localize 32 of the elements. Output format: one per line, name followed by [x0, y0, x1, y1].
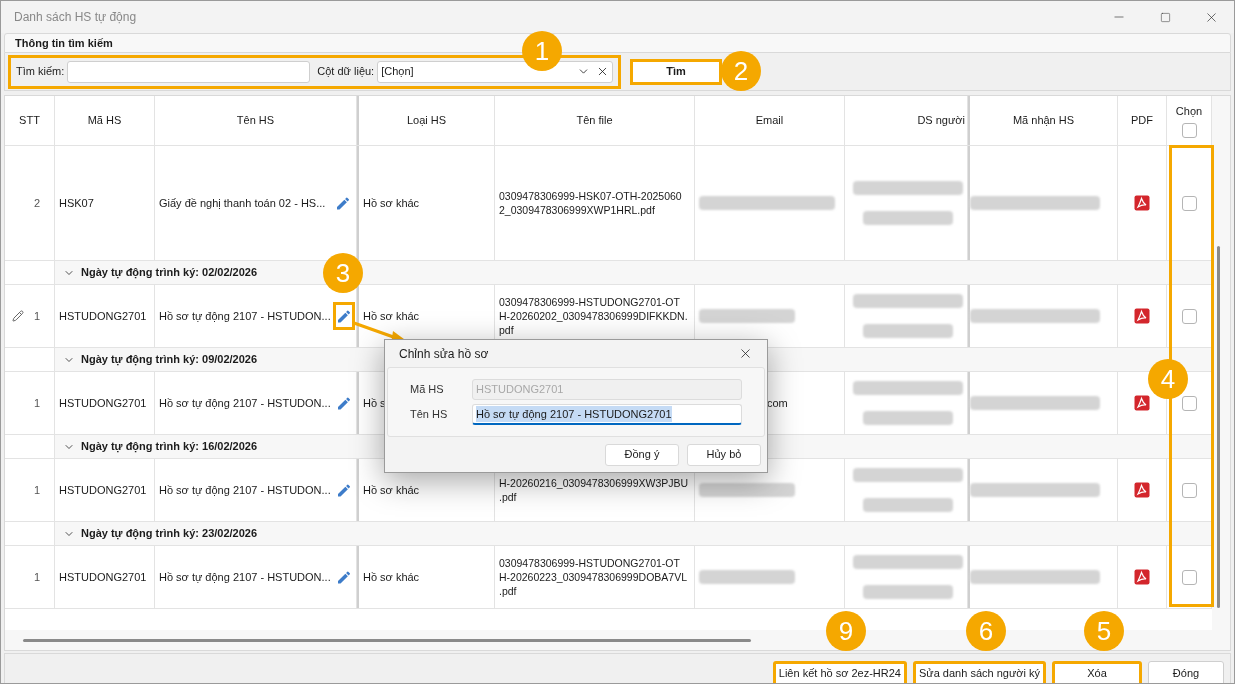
table-cell-text: Hồ sơ tự động 2107 - HSTUDON...: [159, 308, 331, 324]
section-title: Thông tin tìm kiếm: [15, 35, 113, 51]
column-label: Cột dữ liệu:: [317, 64, 375, 80]
table-cell: 0309478306999-HSTUDONG2701-OT H-20260223_0309478306999DOBA7VL .pdf: [499, 556, 687, 598]
table-cell: 0309478306999-HSTUDONG2701-OT H-20260202_0309478306999DIFKKDN. pdf: [499, 295, 688, 337]
step-badge: 2: [721, 51, 761, 91]
table-cell-text: Giấy đề nghị thanh toán 02 - HS...: [159, 195, 327, 211]
table-cell: 0309478306999-HSK07-OTH-2025060 2_0309478306999XWP1HRL.pdf: [499, 189, 682, 217]
table-cell-text: 1: [33, 569, 40, 585]
table-cell-text: com: [767, 395, 788, 411]
table-cell-text: 1: [33, 482, 40, 498]
table-cell-text: HSTUDONG2701: [59, 482, 147, 498]
table-cell-text: 2: [33, 195, 40, 211]
table-cell-text: HSTUDONG2701: [59, 308, 147, 324]
table-cell-text: Hồ sơ tự động 2107 - HSTUDON...: [159, 395, 331, 411]
dialog-title: Chỉnh sửa hồ sơ: [399, 345, 489, 363]
table-cell: H-20260216_0309478306999XW3PJBU .pdf: [499, 476, 689, 504]
table-cell-text: Hồ sơ khác: [363, 482, 420, 498]
table-cell-text: Hồ sơ tự động 2107 - HSTUDON...: [159, 482, 331, 498]
field-label: Mã HS: [410, 382, 445, 398]
table-cell-text: HSTUDONG2701: [59, 395, 147, 411]
table-cell-text: 1: [33, 395, 40, 411]
search-label: Tìm kiếm:: [16, 64, 65, 80]
table-cell-text: Hồ sơ khác: [363, 195, 420, 211]
window-title: Danh sách HS tự động: [14, 9, 137, 26]
field-label: Tên HS: [410, 407, 449, 423]
table-cell-text: Hồ sơ khác: [363, 308, 420, 324]
table-cell-text: HSK07: [59, 195, 94, 211]
table-cell-text: 1: [33, 308, 40, 324]
table-cell-text: Hồ sơ khác: [363, 569, 420, 585]
table-cell-text: Hồ sơ tự động 2107 - HSTUDON...: [159, 569, 331, 585]
table-cell-text: HSTUDONG2701: [59, 569, 147, 585]
